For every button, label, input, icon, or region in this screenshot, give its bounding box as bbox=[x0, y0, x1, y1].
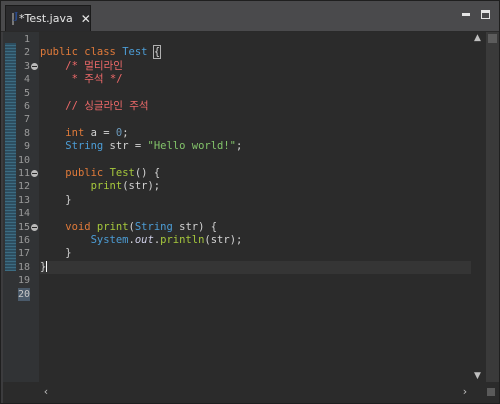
vertical-scrollbar[interactable]: ▲ ▼ bbox=[471, 32, 484, 382]
code-text: () { bbox=[134, 167, 161, 179]
code-text: (str); bbox=[122, 180, 161, 193]
code-area[interactable]: public class Test { /* 멀티라인 * 주석 */ // 싱… bbox=[40, 32, 471, 382]
code-line-13: } bbox=[40, 194, 471, 207]
line-number: 1 bbox=[23, 34, 30, 45]
line-number-gutter: 1 2 3 4 5 6 7 8 9 10 11 12 13 14 15 16 17 18 19 20 bbox=[18, 32, 39, 382]
code-editor[interactable]: 1 2 3 4 5 6 7 8 9 10 11 12 13 14 15 16 17 18 19 20 public c… bbox=[3, 32, 499, 403]
keyword: public bbox=[40, 46, 78, 59]
code-line-2: public class Test { bbox=[40, 45, 471, 60]
class-name: Test bbox=[122, 46, 148, 59]
fold-toggle-icon[interactable] bbox=[31, 223, 38, 231]
overview-ruler[interactable] bbox=[486, 32, 499, 382]
scroll-up-icon[interactable]: ▲ bbox=[471, 32, 484, 44]
line-number: 6 bbox=[23, 101, 30, 112]
scroll-down-icon[interactable]: ▼ bbox=[471, 370, 484, 382]
comment: /* 멀티라인 bbox=[65, 59, 123, 72]
code-line-4: * 주석 */ bbox=[40, 73, 471, 86]
line-number: 16 bbox=[18, 235, 31, 246]
line-number: 19 bbox=[18, 275, 31, 287]
line-number: 5 bbox=[23, 87, 30, 99]
tab-title: *Test.java bbox=[19, 12, 73, 25]
code-text: } bbox=[65, 247, 72, 260]
string-literal: "Hello world!" bbox=[147, 140, 237, 153]
overview-marker bbox=[488, 34, 497, 43]
corner-box bbox=[487, 388, 495, 396]
code-line-15: void print(String str) { bbox=[40, 221, 471, 234]
line-number: 3 bbox=[23, 60, 30, 72]
line-number: 18 bbox=[18, 261, 31, 273]
method-name: println bbox=[160, 234, 205, 246]
class-name: System bbox=[90, 234, 129, 246]
text-caret bbox=[46, 261, 48, 273]
scroll-left-icon[interactable]: ‹ bbox=[40, 386, 52, 398]
code-text: str) { bbox=[172, 220, 218, 233]
code-line-9: String str = "Hello world!"; bbox=[40, 140, 471, 153]
code-line-3: /* 멀티라인 bbox=[40, 60, 471, 73]
keyword: void bbox=[65, 220, 91, 233]
method-name: print bbox=[90, 180, 123, 193]
line-number: 4 bbox=[23, 74, 30, 86]
editor-window: *Test.java ✕ 123456789101112131415161718… bbox=[0, 0, 500, 404]
code-line-11: public Test() { bbox=[40, 167, 471, 180]
code-text: } bbox=[65, 193, 72, 206]
code-line-6: // 싱글라인 주석 bbox=[40, 100, 471, 113]
class-name: String bbox=[65, 140, 104, 153]
method-name: Test bbox=[109, 167, 135, 179]
fold-toggle-icon[interactable] bbox=[31, 62, 38, 70]
code-line-8: int a = 0; bbox=[40, 127, 471, 140]
line-number: 20 bbox=[18, 287, 31, 301]
line-number: 17 bbox=[18, 248, 31, 260]
minimize-icon[interactable] bbox=[461, 10, 470, 19]
comment: * 주석 */ bbox=[65, 73, 123, 86]
code-text: ; bbox=[122, 126, 129, 139]
code-line-12: print(str); bbox=[40, 180, 471, 193]
scrollbar-corner bbox=[471, 382, 499, 403]
static-field: out bbox=[134, 234, 154, 246]
scroll-right-icon[interactable]: › bbox=[459, 386, 471, 398]
horizontal-scrollbar[interactable]: ‹ › bbox=[40, 384, 471, 401]
change-marker bbox=[5, 43, 16, 271]
comment: // 싱글라인 주석 bbox=[65, 100, 149, 112]
line-number: 15 bbox=[18, 221, 31, 233]
line-number: 14 bbox=[18, 208, 31, 220]
code-text: (str); bbox=[204, 234, 243, 246]
code-text: a = bbox=[84, 126, 116, 139]
close-icon[interactable]: ✕ bbox=[81, 12, 91, 26]
keyword: class bbox=[84, 46, 116, 59]
change-ruler bbox=[3, 32, 18, 382]
method-name: print bbox=[96, 220, 129, 233]
tab-test-java[interactable]: *Test.java ✕ bbox=[5, 5, 91, 31]
line-number: 8 bbox=[23, 127, 30, 139]
keyword: public bbox=[65, 167, 104, 179]
code-line-18: } bbox=[40, 260, 471, 275]
code-text: str = bbox=[103, 140, 148, 153]
code-text: ; bbox=[236, 140, 243, 153]
class-name: String bbox=[134, 220, 173, 233]
matching-brace: { bbox=[152, 45, 162, 60]
keyword: int bbox=[65, 126, 85, 139]
line-number: 11 bbox=[18, 168, 31, 179]
line-number: 2 bbox=[23, 47, 30, 59]
maximize-icon[interactable] bbox=[481, 10, 490, 19]
code-line-17: } bbox=[40, 247, 471, 260]
line-number: 12 bbox=[18, 181, 31, 193]
line-number: 9 bbox=[23, 141, 30, 153]
line-number: 7 bbox=[23, 114, 30, 126]
tab-bar: *Test.java ✕ bbox=[1, 1, 499, 32]
line-number: 10 bbox=[18, 154, 31, 166]
line-number: 13 bbox=[18, 194, 31, 206]
java-file-icon bbox=[12, 12, 18, 25]
fold-toggle-icon[interactable] bbox=[31, 170, 38, 177]
code-line-16: System.out.println(str); bbox=[40, 234, 471, 247]
